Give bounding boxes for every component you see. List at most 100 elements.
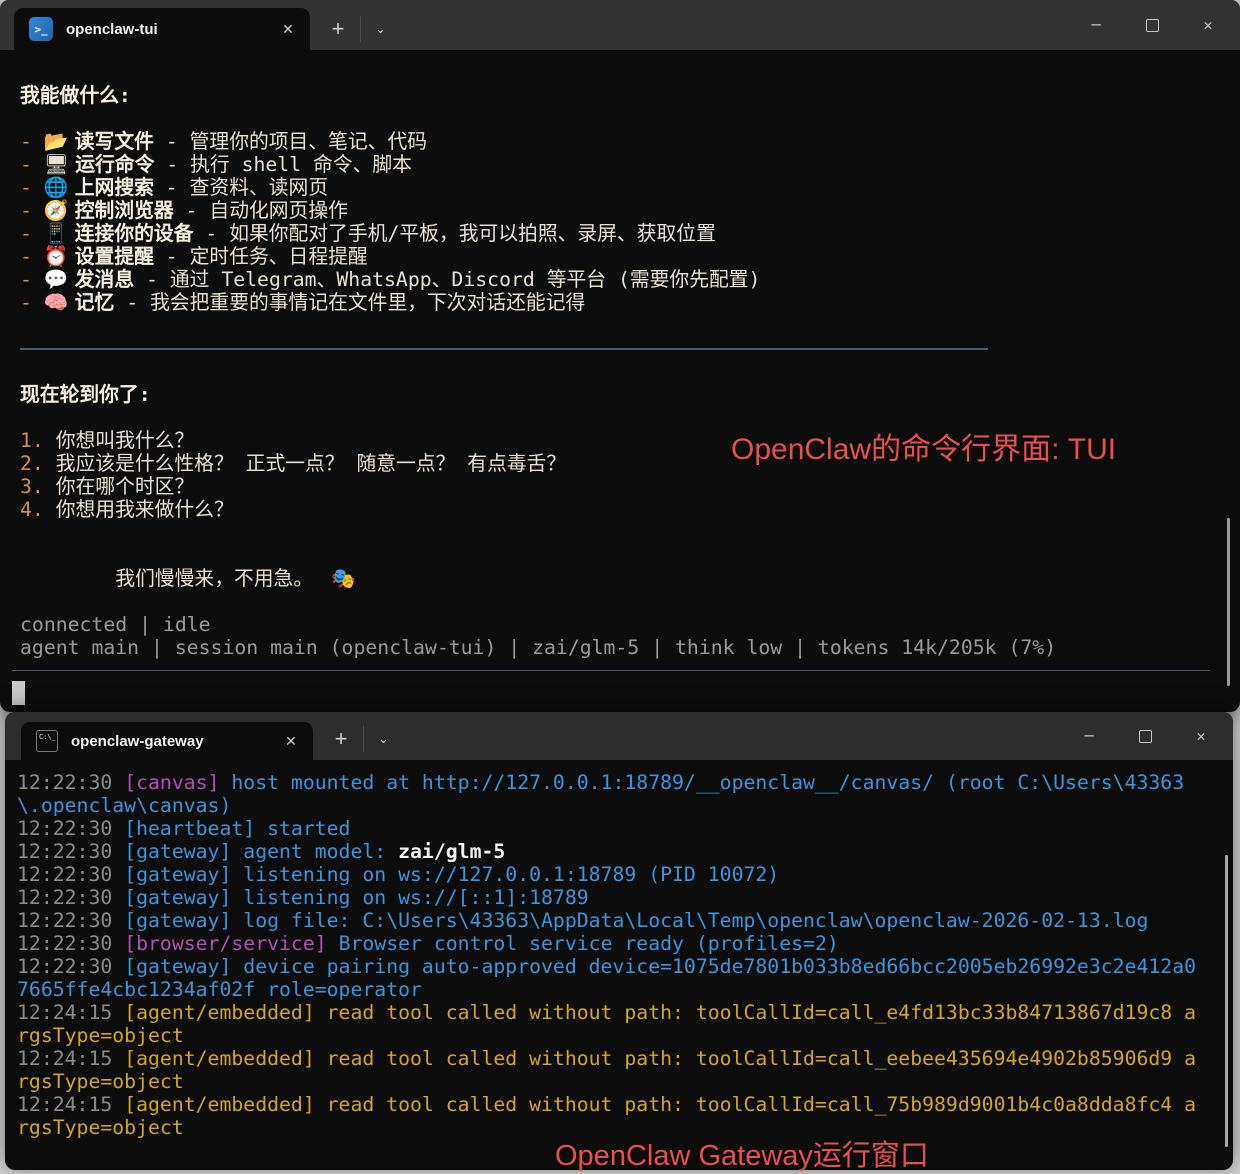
capability-title: 连接你的设备 [74,222,194,245]
bullet-dash: - [20,268,44,291]
capability-desc: 管理你的项目、笔记、代码 [189,130,428,153]
log-line: 12:22:30 [gateway] log file: C:\Users\43… [17,909,1207,932]
capability-separator: - [193,222,230,245]
compass-icon: 🧭 [43,199,75,222]
tui-tab[interactable]: >_ openclaw-tui ✕ [14,8,310,50]
prompt-input[interactable] [12,670,1210,717]
question-text: 我应该是什么性格？ 正式一点？ 随意一点？ 有点毒舌？ [55,452,567,475]
new-tab-button[interactable]: + [316,8,360,50]
desktop-computer-icon: 🖥 [43,153,76,176]
log-line: 12:24:15 [agent/embedded] read tool call… [17,1047,1207,1093]
speech-balloon-icon: 💬 [43,268,75,291]
tab-close-icon[interactable]: ✕ [277,728,305,754]
question-text: 你想叫我什么？ [55,429,195,452]
bullet-dash: - [20,222,44,245]
connection-status: connected | idle [20,613,211,636]
log-timestamp: 12:24:15 [17,1093,125,1116]
new-tab-button[interactable]: + [319,718,363,760]
log-segment: [browser/service] [124,932,327,955]
bullet-dash: - [20,176,44,199]
log-line: 12:22:30 [gateway] listening on ws://[::… [17,886,1207,909]
tui-annotation: OpenClaw的命令行界面: TUI [731,433,1117,466]
gateway-scrollbar[interactable] [1225,855,1228,1147]
capability-title: 记忆 [74,291,115,314]
log-timestamp: 12:22:30 [17,817,125,840]
log-line: 12:22:30 [canvas] host mounted at http:/… [17,771,1207,817]
maximize-button[interactable] [1117,712,1173,760]
gateway-tab-title: openclaw-gateway [71,732,204,750]
gateway-terminal-window: C:\_ openclaw-gateway ✕ + ⌄ ─ ✕ 12:22:30… [5,712,1233,1170]
question-number: 3. [20,475,56,498]
log-segment: [canvas] [124,771,220,794]
tab-close-icon[interactable]: ✕ [274,16,302,42]
tab-dropdown-button[interactable]: ⌄ [360,16,400,42]
desktop: >_ openclaw-tui ✕ + ⌄ ─ ✕ 我能做什么: - 📂 读写文… [0,0,1240,1174]
bullet-dash: - [20,130,44,153]
alarm-clock-icon: ⏰ [43,245,75,268]
log-line: 12:22:30 [heartbeat] started [17,817,1207,840]
log-timestamp: 12:22:30 [17,932,125,955]
question-number: 4. [20,498,56,521]
capability-title: 发消息 [74,268,135,291]
log-timestamp: 12:22:30 [17,909,125,932]
capability-item: - 🌐 上网搜索 - 查资料、读网页 [20,176,1220,199]
minimize-button[interactable]: ─ [1061,712,1117,760]
bullet-dash: - [20,245,44,268]
log-timestamp: 12:22:30 [17,863,125,886]
horizontal-divider [20,347,988,350]
log-timestamp: 12:22:30 [17,771,125,794]
capability-item: - 📂 读写文件 - 管理你的项目、笔记、代码 [20,130,1220,153]
bullet-dash: - [20,291,44,314]
capability-desc: 自动化网页操作 [209,199,348,222]
capability-item: - 🖥 运行命令 - 执行 shell 命令、脚本 [20,153,1220,176]
capability-separator: - [154,153,191,176]
log-segment: Browser control service ready (profiles=… [326,932,839,955]
capability-item: - ⏰ 设置提醒 - 定时任务、日程提醒 [20,245,1220,268]
bullet-dash: - [20,199,44,222]
capability-title: 控制浏览器 [74,199,174,222]
capability-item: - 🧠 记忆 - 我会把重要的事情记在文件里，下次对话还能记得 [20,291,1220,314]
tui-terminal-content: 我能做什么: - 📂 读写文件 - 管理你的项目、笔记、代码 - 🖥 运行命令 -… [0,50,1240,717]
gateway-titlebar[interactable]: C:\_ openclaw-gateway ✕ + ⌄ ─ ✕ [5,712,1233,760]
maximize-button[interactable] [1124,0,1180,50]
minimize-button[interactable]: ─ [1068,0,1124,50]
capabilities-header: 我能做什么: [20,84,131,107]
open-folder-icon: 📂 [43,130,75,153]
window-controls: ─ ✕ [1061,712,1229,760]
theater-masks-emoji: 🎭 [331,567,356,590]
capability-separator: - [114,291,151,314]
question-item: 3. 你在哪个时区？ [20,475,1220,498]
log-segment: [gateway] listening on ws://[::1]:18789 [124,886,589,909]
maximize-icon [1138,729,1152,743]
capability-desc: 执行 shell 命令、脚本 [190,153,412,176]
capability-item: - 📱 连接你的设备 - 如果你配对了手机/平板，我可以拍照、录屏、获取位置 [20,222,1220,245]
cmd-icon: C:\_ [36,730,58,752]
close-button[interactable]: ✕ [1180,0,1236,50]
closing-line: 我们慢慢来，不用急。 🎭 [20,544,1220,613]
session-status-bar: agent main | session main (openclaw-tui)… [20,636,1057,659]
capability-separator: - [134,268,170,291]
capability-item: - 💬 发消息 - 通过 Telegram、WhatsApp、Discord 等… [20,268,1220,291]
log-segment: zai/glm-5 [398,840,506,863]
window-controls: ─ ✕ [1068,0,1236,50]
tui-scrollbar[interactable] [1227,518,1230,686]
close-button[interactable]: ✕ [1173,712,1229,760]
tab-dropdown-button[interactable]: ⌄ [363,726,403,752]
capability-desc: 定时任务、日程提醒 [189,245,368,268]
gateway-tab[interactable]: C:\_ openclaw-gateway ✕ [21,722,313,760]
question-number: 1. [20,429,56,452]
capability-title: 运行命令 [75,153,155,176]
log-line: 12:22:30 [gateway] device pairing auto-a… [17,955,1207,1001]
capability-title: 上网搜索 [74,176,154,199]
tui-titlebar[interactable]: >_ openclaw-tui ✕ + ⌄ ─ ✕ [0,0,1240,50]
log-timestamp: 12:24:15 [17,1047,125,1070]
tui-terminal-window: >_ openclaw-tui ✕ + ⌄ ─ ✕ 我能做什么: - 📂 读写文… [0,0,1240,717]
capability-list: - 📂 读写文件 - 管理你的项目、笔记、代码 - 🖥 运行命令 - 执行 she… [20,130,1220,314]
capability-separator: - [153,130,190,153]
globe-icon: 🌐 [43,176,75,199]
log-line: 12:22:30 [gateway] agent model: zai/glm-… [17,840,1207,863]
powershell-icon: >_ [29,17,53,41]
text-cursor [12,681,25,705]
log-segment: [gateway] device pairing auto-approved d… [17,955,1197,1001]
